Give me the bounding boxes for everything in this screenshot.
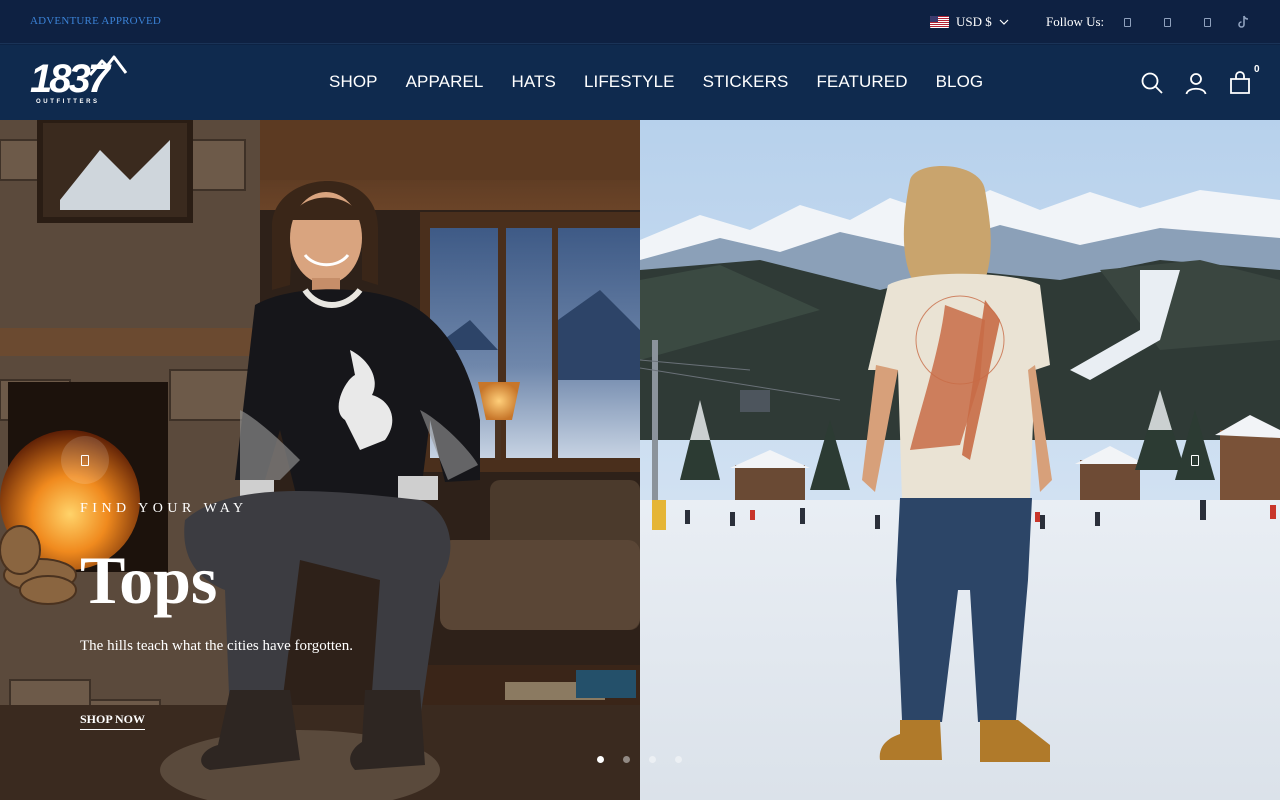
announcement-bar: ADVENTURE APPROVED USD $ Follow Us: xyxy=(0,0,1280,44)
hero-image-lodge xyxy=(0,120,640,800)
pinterest-icon[interactable] xyxy=(1200,15,1214,29)
follow-us-label: Follow Us: xyxy=(1046,14,1105,29)
hero-title: Tops xyxy=(80,542,218,618)
us-flag-icon xyxy=(930,16,949,28)
currency-label: USD $ xyxy=(956,14,992,29)
facebook-icon[interactable] xyxy=(1120,15,1134,29)
slider-pagination xyxy=(597,756,701,763)
logo-subtext: OUTFITTERS xyxy=(36,99,100,105)
chevron-left-icon xyxy=(81,454,89,466)
logo-number: 1837 xyxy=(30,57,110,101)
hero-eyebrow: FIND YOUR WAY xyxy=(80,501,248,516)
hero-image-ski-resort xyxy=(640,120,1280,800)
slide-dot-4[interactable] xyxy=(675,756,682,763)
chevron-down-icon xyxy=(999,19,1009,25)
currency-selector[interactable]: USD $ xyxy=(930,13,1009,31)
slider-next-button[interactable] xyxy=(1171,436,1219,484)
announcement-text[interactable]: ADVENTURE APPROVED xyxy=(30,15,161,27)
cart-count-badge: 0 xyxy=(1254,64,1260,75)
search-icon[interactable] xyxy=(1140,71,1164,95)
cart-icon[interactable] xyxy=(1228,71,1252,95)
nav-item-blog[interactable]: BLOG xyxy=(936,73,984,91)
brand-logo[interactable]: 1837 OUTFITTERS xyxy=(30,55,130,111)
main-nav: SHOP APPAREL HATS LIFESTYLE STICKERS FEA… xyxy=(329,73,1011,91)
slide-dot-2[interactable] xyxy=(623,756,630,763)
site-header: 1837 OUTFITTERS SHOP APPAREL HATS LIFEST… xyxy=(0,45,1280,120)
slide-dot-1[interactable] xyxy=(597,756,604,763)
slider-prev-button[interactable] xyxy=(61,436,109,484)
nav-item-lifestyle[interactable]: LIFESTYLE xyxy=(584,73,675,91)
nav-item-featured[interactable]: FEATURED xyxy=(816,73,907,91)
tiktok-icon[interactable] xyxy=(1236,15,1250,29)
nav-item-stickers[interactable]: STICKERS xyxy=(703,73,789,91)
nav-item-hats[interactable]: HATS xyxy=(511,73,555,91)
hero-slider: FIND YOUR WAY Tops The hills teach what … xyxy=(0,120,1280,800)
chevron-right-icon xyxy=(1191,454,1199,466)
instagram-icon[interactable] xyxy=(1160,15,1174,29)
account-icon[interactable] xyxy=(1184,71,1208,95)
slide-dot-3[interactable] xyxy=(649,756,656,763)
nav-item-apparel[interactable]: APPAREL xyxy=(406,73,484,91)
nav-item-shop[interactable]: SHOP xyxy=(329,73,378,91)
hero-subtitle: The hills teach what the cities have for… xyxy=(80,638,353,654)
shop-now-link[interactable]: SHOP NOW xyxy=(80,712,146,730)
